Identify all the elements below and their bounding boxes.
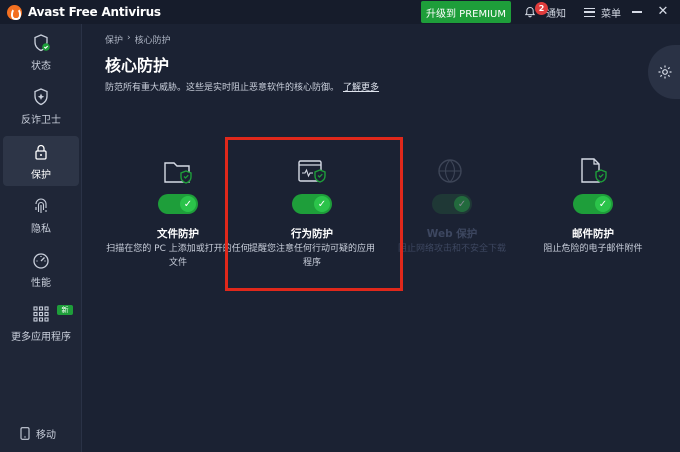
title-bar: Avast Free Antivirus 升级到 PREMIUM 通知 2 菜单…	[0, 0, 680, 24]
sidebar-item-label: 性能	[31, 277, 51, 289]
breadcrumb-item-protection[interactable]: 保护	[105, 33, 123, 46]
behavior-shield-description: 提醒您注意任何行动可疑的应用程序	[248, 244, 375, 268]
breadcrumb-separator: ›	[127, 33, 131, 43]
behavior-shield-title: 行为防护	[291, 228, 333, 240]
web-shield-card: ✓ Web 保护 阻止网络攻击和不安全下载	[377, 154, 527, 294]
mail-shield-title: 邮件防护	[572, 228, 614, 240]
check-icon: ✓	[454, 196, 470, 212]
mail-shield-toggle[interactable]: ✓	[573, 194, 613, 214]
check-icon: ✓	[314, 196, 330, 212]
minimize-button[interactable]	[632, 11, 642, 13]
avast-logo-icon	[7, 4, 22, 20]
page-title: 核心防护	[105, 56, 170, 75]
sidebar-item-mobile[interactable]: 移动	[20, 426, 56, 441]
close-button[interactable]: ✕	[655, 4, 671, 20]
behavior-shield-card: ✓ 行为防护 提醒您注意任何行动可疑的应用程序	[237, 154, 387, 294]
breadcrumb: 保护 › 核心防护	[105, 33, 171, 46]
sidebar-item-label: 隐私	[31, 223, 51, 235]
sidebar-item-privacy[interactable]: 隐私	[3, 190, 79, 240]
notifications-count-badge: 2	[535, 2, 548, 15]
fraud-shield-icon	[34, 87, 48, 105]
app-title: Avast Free Antivirus	[28, 5, 161, 19]
phone-icon	[20, 427, 30, 440]
upgrade-premium-button[interactable]: 升级到 PREMIUM	[421, 1, 511, 23]
sidebar-item-status[interactable]: 状态	[3, 27, 79, 77]
behavior-shield-toggle[interactable]: ✓	[292, 194, 332, 214]
attachment-shield-icon	[581, 158, 607, 183]
web-shield-title: Web 保护	[426, 228, 478, 240]
gear-icon	[658, 65, 672, 79]
sidebar-item-label: 状态	[31, 60, 51, 72]
shield-check-icon	[34, 33, 50, 51]
fingerprint-icon	[35, 198, 47, 213]
breadcrumb-item-core-shields: 核心防护	[134, 36, 171, 46]
web-shield-description: 阻止网络攻击和不安全下载	[397, 244, 506, 254]
sidebar-item-label: 保护	[31, 169, 51, 181]
sidebar-item-label: 反诈卫士	[21, 114, 61, 126]
menu-label: 菜单	[601, 8, 621, 20]
mail-shield-description: 阻止危险的电子邮件附件	[543, 244, 643, 254]
window-pulse-shield-icon	[298, 160, 326, 183]
new-badge: 新	[57, 305, 73, 315]
folder-shield-icon	[164, 162, 192, 184]
check-icon: ✓	[595, 196, 611, 212]
description-text: 防范所有重大威胁。这些是实时阻止恶意软件的核心防御。	[105, 83, 340, 93]
web-shield-toggle[interactable]: ✓	[432, 194, 472, 214]
check-icon: ✓	[180, 196, 196, 212]
notifications-label: 通知	[546, 8, 566, 20]
sidebar-item-fraud-guard[interactable]: 反诈卫士	[3, 81, 79, 131]
sidebar-item-performance[interactable]: 性能	[3, 244, 79, 294]
hamburger-menu-icon	[584, 7, 595, 17]
sidebar-item-label: 移动	[36, 430, 56, 441]
apps-grid-icon	[33, 305, 49, 322]
sidebar: 状态 反诈卫士 保护 隐私 性能 更多应用程序	[0, 24, 82, 452]
learn-more-link[interactable]: 了解更多	[343, 83, 379, 93]
globe-shield-icon	[438, 159, 462, 183]
menu-button[interactable]: 菜单	[584, 4, 621, 20]
sidebar-item-label: 更多应用程序	[11, 331, 71, 343]
file-shield-description: 扫描在您的 PC 上添加或打开的任何文件	[106, 244, 250, 268]
speedometer-icon	[33, 252, 49, 269]
lock-icon	[35, 144, 47, 160]
settings-button[interactable]	[648, 45, 680, 99]
sidebar-item-protection[interactable]: 保护	[3, 136, 79, 186]
file-shield-card: ✓ 文件防护 扫描在您的 PC 上添加或打开的任何文件	[103, 154, 253, 294]
mail-shield-card: ✓ 邮件防护 阻止危险的电子邮件附件	[518, 154, 668, 294]
page-description: 防范所有重大威胁。这些是实时阻止恶意软件的核心防御。 了解更多	[105, 80, 379, 93]
file-shield-toggle[interactable]: ✓	[158, 194, 198, 214]
main-content: 保护 › 核心防护 核心防护 防范所有重大威胁。这些是实时阻止恶意软件的核心防御…	[82, 24, 680, 452]
file-shield-title: 文件防护	[157, 228, 199, 240]
